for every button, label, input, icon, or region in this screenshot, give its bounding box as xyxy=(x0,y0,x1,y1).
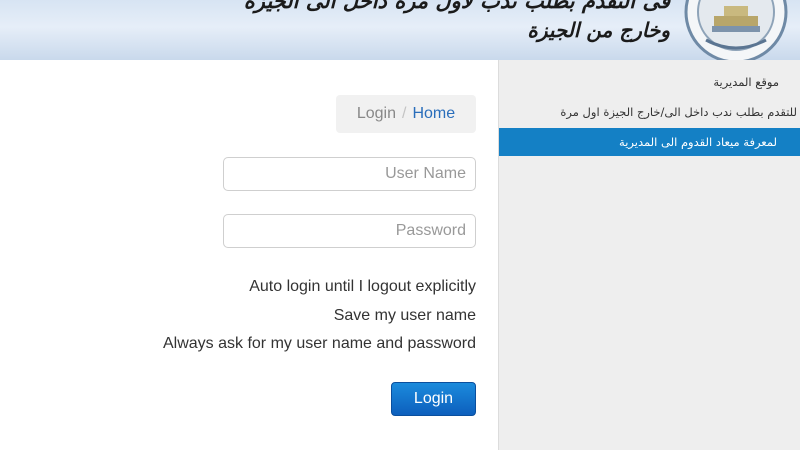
save-username-option[interactable]: Save my user name xyxy=(334,307,476,325)
login-button[interactable]: Login xyxy=(391,382,476,416)
breadcrumb-separator: / xyxy=(402,105,407,122)
emblem-logo-icon xyxy=(684,0,788,60)
username-input[interactable] xyxy=(223,157,476,191)
breadcrumb-current: Login xyxy=(356,105,396,122)
sidebar: موقع المديرية للتقدم بطلب ندب داخل الى/خ… xyxy=(498,60,800,450)
breadcrumb-home-link[interactable]: Home xyxy=(412,105,455,122)
password-input[interactable] xyxy=(223,214,476,248)
auto-login-option[interactable]: Auto login until I logout explicitly xyxy=(249,278,476,296)
header-title-line2: وخارج من الجيزة xyxy=(527,18,670,42)
header-banner: فى التقدم بطلب ندب لاول مرة داخل الى الج… xyxy=(0,0,800,60)
sidebar-item-directorate-site[interactable]: موقع المديرية xyxy=(499,68,800,96)
header-title-line1: فى التقدم بطلب ندب لاول مرة داخل الى الج… xyxy=(243,0,670,13)
header-title: فى التقدم بطلب ندب لاول مرة داخل الى الج… xyxy=(244,0,670,44)
breadcrumb: Login / Home xyxy=(336,95,476,133)
sidebar-item-first-transfer-request[interactable]: للتقدم بطلب ندب داخل الى/خارج الجيزة اول… xyxy=(499,98,800,126)
always-ask-option[interactable]: Always ask for my user name and password xyxy=(163,335,476,353)
sidebar-item-arrival-date[interactable]: لمعرفة ميعاد القدوم الى المديرية xyxy=(499,128,800,156)
